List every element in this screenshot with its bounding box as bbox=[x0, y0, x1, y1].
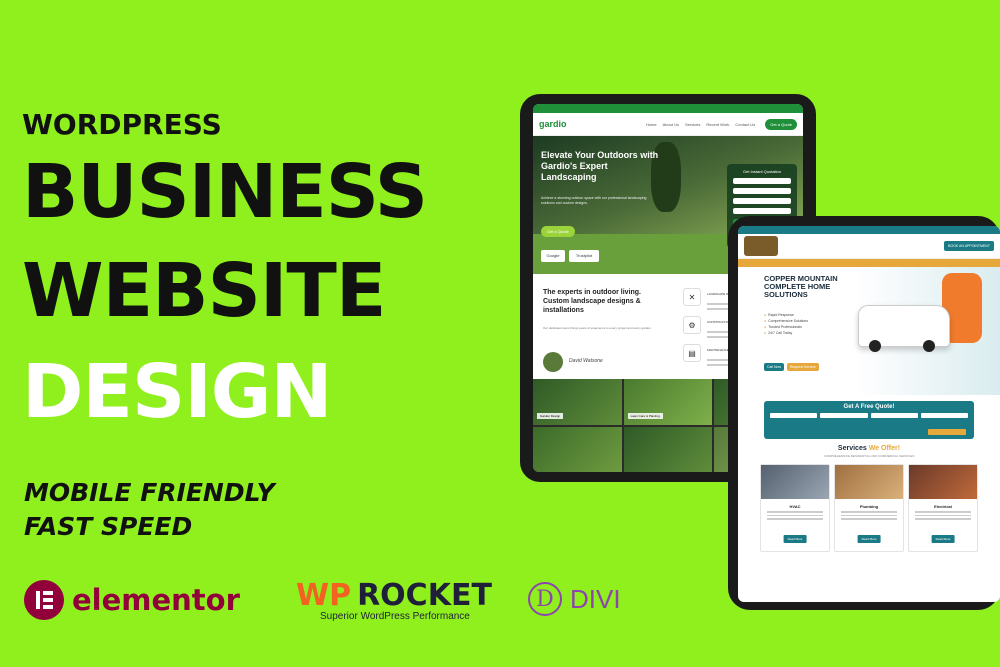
wprocket-tagline: Superior WordPress Performance bbox=[320, 611, 470, 622]
gardio-hero-button[interactable]: Get a Quote bbox=[541, 226, 575, 237]
copper-navbar: BOOK AN APPOINTMENT bbox=[738, 234, 1000, 259]
copper-service-cards: HVAC Read More Plumbing Read More Electr… bbox=[738, 458, 1000, 558]
tools-icon: ✕ bbox=[683, 288, 701, 306]
gardio-service-label: MAINTENANCE bbox=[707, 347, 729, 352]
services-heading-a: Services bbox=[837, 445, 867, 452]
list-item: Rapid Response bbox=[764, 313, 808, 317]
copper-call-button[interactable]: Call Now bbox=[764, 363, 785, 371]
elementor-logo: elementor bbox=[24, 580, 240, 620]
gardio-logo[interactable]: gardio bbox=[539, 119, 567, 129]
gear-icon: ⚙ bbox=[683, 316, 701, 334]
copper-quote-title: Get A Free Quote! bbox=[843, 404, 895, 410]
gallery-image[interactable] bbox=[623, 427, 713, 472]
gardio-about-title: The experts in outdoor living. Custom la… bbox=[543, 289, 642, 314]
service-card-title: HVAC bbox=[789, 504, 801, 509]
copper-hero-buttons: Call Now Request Service bbox=[764, 363, 819, 371]
gardio-nav-work[interactable]: Recent Work bbox=[706, 122, 729, 127]
wprocket-name: ROCKET bbox=[357, 578, 492, 613]
gallery-image[interactable]: Garden Design bbox=[533, 379, 622, 425]
van-image bbox=[858, 305, 950, 352]
gardio-quote-title: Get Instant Quotation bbox=[742, 169, 782, 174]
read-more-button[interactable]: Read More bbox=[783, 535, 807, 543]
tablet-copper-screen: BOOK AN APPOINTMENT COPPER MOUNTAIN COMP… bbox=[738, 226, 1000, 602]
wprocket-prefix: WP bbox=[296, 578, 352, 613]
avatar bbox=[543, 352, 563, 372]
mower-icon: ▤ bbox=[683, 344, 701, 362]
gardio-nav-cta[interactable]: Get a Quote bbox=[765, 118, 797, 130]
headline-design: DESIGN bbox=[22, 349, 332, 435]
gardio-hero-title: Elevate Your Outdoors with Gardio's Expe… bbox=[541, 150, 659, 182]
service-card[interactable]: HVAC Read More bbox=[760, 464, 830, 552]
service-card[interactable]: Electrical Read More bbox=[908, 464, 978, 552]
elementor-wordmark: elementor bbox=[72, 583, 240, 617]
copper-quote-form: Get A Free Quote! bbox=[764, 401, 974, 439]
gardio-nav-contact[interactable]: Contact Us bbox=[735, 122, 755, 127]
gallery-image[interactable] bbox=[533, 427, 622, 472]
gardio-quote-field[interactable] bbox=[733, 198, 791, 204]
elementor-icon bbox=[24, 580, 64, 620]
list-item: Comprehensive Solutions bbox=[764, 319, 808, 323]
gallery-label: Lawn Care & Planting bbox=[627, 413, 663, 419]
service-card[interactable]: Plumbing Read More bbox=[834, 464, 904, 552]
gardio-badge-google: Google bbox=[541, 250, 565, 262]
service-card-title: Electrical bbox=[934, 504, 952, 509]
service-card-image bbox=[761, 465, 829, 499]
services-heading-b: We Offer! bbox=[868, 445, 901, 452]
copper-request-button[interactable]: Request Service bbox=[787, 363, 819, 371]
quote-field[interactable] bbox=[870, 413, 918, 418]
headline-wordpress: WORDPRESS bbox=[22, 108, 222, 141]
gardio-signature: David Watsone bbox=[569, 358, 603, 364]
quote-field[interactable] bbox=[820, 413, 868, 418]
gardio-quote-field[interactable] bbox=[733, 208, 791, 214]
gardio-quote-field[interactable] bbox=[733, 188, 791, 194]
quote-field[interactable] bbox=[920, 413, 968, 418]
gardio-nav-about[interactable]: About Us bbox=[663, 122, 679, 127]
gardio-hero-text: Achieve a stunning outdoor space with ou… bbox=[541, 196, 647, 205]
gardio-topbar bbox=[533, 104, 803, 113]
feature-fast-speed: FAST SPEED bbox=[24, 512, 193, 541]
copper-services-heading: Services We Offer! bbox=[738, 445, 1000, 452]
wprocket-logo: WP ROCKET Superior WordPress Performance bbox=[296, 578, 492, 622]
list-item: Trusted Professionals bbox=[764, 325, 808, 329]
gardio-badge-trustpilot: Trustpilot bbox=[569, 250, 599, 262]
divi-logo: D DIVI bbox=[528, 582, 621, 616]
copper-logo[interactable] bbox=[744, 236, 778, 256]
copper-hero-title: COPPER MOUNTAIN COMPLETE HOME SOLUTIONS bbox=[764, 274, 838, 299]
tablet-copper-mountain: BOOK AN APPOINTMENT COPPER MOUNTAIN COMP… bbox=[728, 216, 1000, 610]
copper-quote-submit[interactable] bbox=[928, 429, 966, 435]
copper-topbar bbox=[738, 226, 1000, 234]
quote-field[interactable] bbox=[770, 413, 818, 418]
service-card-image bbox=[909, 465, 977, 499]
gallery-image[interactable]: Lawn Care & Planting bbox=[623, 379, 713, 425]
headline-business: BUSINESS bbox=[22, 149, 428, 235]
feature-mobile-friendly: MOBILE FRIENDLY bbox=[24, 478, 275, 507]
service-card-image bbox=[835, 465, 903, 499]
gallery-label: Garden Design bbox=[537, 413, 564, 419]
gardio-navbar: gardio Home About Us Services Recent Wor… bbox=[533, 113, 803, 136]
copper-nav-cta[interactable]: BOOK AN APPOINTMENT bbox=[944, 241, 994, 251]
read-more-button[interactable]: Read More bbox=[857, 535, 881, 543]
copper-hero: COPPER MOUNTAIN COMPLETE HOME SOLUTIONS … bbox=[738, 267, 1000, 395]
list-item: 24/7 Call Today bbox=[764, 331, 808, 335]
gardio-nav-services[interactable]: Services bbox=[685, 122, 700, 127]
divi-wordmark: DIVI bbox=[570, 583, 621, 614]
read-more-button[interactable]: Read More bbox=[931, 535, 955, 543]
copper-hero-list: Rapid Response Comprehensive Solutions T… bbox=[764, 311, 808, 337]
copper-announcement-bar bbox=[738, 259, 1000, 267]
gardio-quote-field[interactable] bbox=[733, 178, 791, 184]
divi-icon: D bbox=[528, 582, 562, 616]
gardio-about-text: Our dedicated team brings years of exper… bbox=[543, 326, 652, 330]
headline-website: WEBSITE bbox=[22, 248, 386, 334]
service-card-title: Plumbing bbox=[859, 504, 879, 509]
gardio-nav-home[interactable]: Home bbox=[646, 122, 657, 127]
